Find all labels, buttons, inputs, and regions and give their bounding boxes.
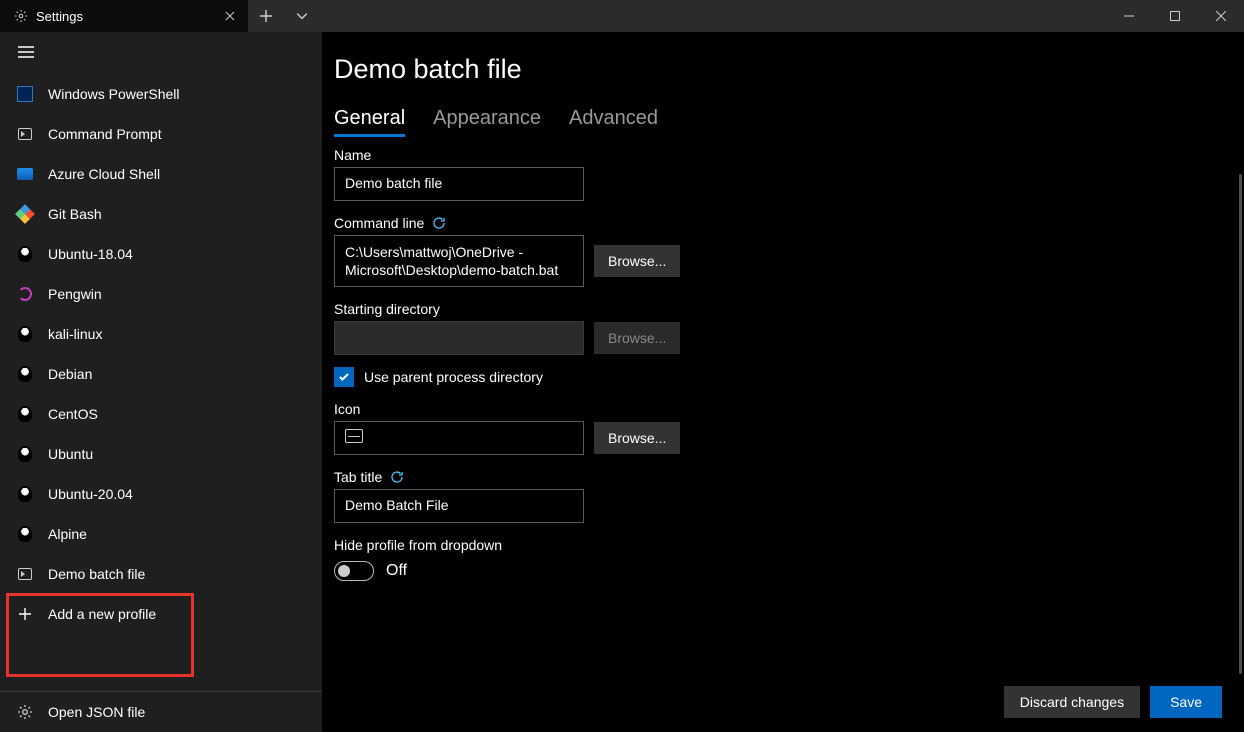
- tab-appearance[interactable]: Appearance: [433, 107, 541, 137]
- plus-icon: [16, 605, 34, 623]
- sidebar-item-powershell[interactable]: Windows PowerShell: [0, 74, 322, 114]
- commandline-browse-button[interactable]: Browse...: [594, 245, 680, 277]
- sidebar-item-ubuntu-2004[interactable]: Ubuntu-20.04: [0, 474, 322, 514]
- sidebar-item-label: Open JSON file: [48, 704, 145, 720]
- new-tab-button[interactable]: [248, 0, 284, 32]
- sidebar-item-label: Add a new profile: [48, 606, 156, 622]
- sidebar-item-azure[interactable]: Azure Cloud Shell: [0, 154, 322, 194]
- hide-profile-toggle[interactable]: [334, 561, 374, 581]
- cmd-icon: [16, 125, 34, 143]
- pengwin-icon: [16, 285, 34, 303]
- sidebar-item-centos[interactable]: CentOS: [0, 394, 322, 434]
- sidebar-item-label: Azure Cloud Shell: [48, 166, 160, 182]
- sidebar-item-ubuntu-1804[interactable]: Ubuntu-18.04: [0, 234, 322, 274]
- name-input[interactable]: Demo batch file: [334, 167, 584, 201]
- startdir-label: Starting directory: [334, 301, 1214, 317]
- sidebar-item-label: Ubuntu: [48, 446, 93, 462]
- sidebar-item-label: Windows PowerShell: [48, 86, 180, 102]
- sidebar-item-label: kali-linux: [48, 326, 102, 342]
- commandline-label: Command line: [334, 215, 424, 231]
- powershell-icon: [16, 85, 34, 103]
- tux-icon: [16, 245, 34, 263]
- sidebar-item-label: CentOS: [48, 406, 98, 422]
- sidebar-item-kali[interactable]: kali-linux: [0, 314, 322, 354]
- sidebar-item-command-prompt[interactable]: Command Prompt: [0, 114, 322, 154]
- tab-settings[interactable]: Settings: [0, 0, 248, 32]
- window-minimize-button[interactable]: [1106, 0, 1152, 32]
- sidebar-item-label: Pengwin: [48, 286, 102, 302]
- gear-icon: [14, 9, 28, 23]
- sidebar-item-label: Demo batch file: [48, 566, 145, 582]
- sidebar-item-label: Git Bash: [48, 206, 102, 222]
- icon-browse-button[interactable]: Browse...: [594, 422, 680, 454]
- sidebar-item-label: Ubuntu-18.04: [48, 246, 133, 262]
- git-bash-icon: [16, 205, 34, 223]
- tab-general[interactable]: General: [334, 107, 405, 137]
- scrollbar[interactable]: [1239, 174, 1242, 674]
- window-close-button[interactable]: [1198, 0, 1244, 32]
- hide-profile-state: Off: [386, 562, 407, 580]
- sidebar-item-pengwin[interactable]: Pengwin: [0, 274, 322, 314]
- nav-hamburger-button[interactable]: [0, 32, 322, 68]
- console-icon: [345, 429, 363, 443]
- tabtitle-input[interactable]: Demo Batch File: [334, 489, 584, 523]
- sidebar-item-label: Command Prompt: [48, 126, 162, 142]
- cmd-icon: [16, 565, 34, 583]
- use-parent-checkbox[interactable]: [334, 367, 354, 387]
- sidebar-item-ubuntu[interactable]: Ubuntu: [0, 434, 322, 474]
- profile-tabs: General Appearance Advanced: [334, 107, 1214, 137]
- sidebar-item-debian[interactable]: Debian: [0, 354, 322, 394]
- titlebar: Settings: [0, 0, 1244, 32]
- sidebar-item-label: Debian: [48, 366, 92, 382]
- icon-label: Icon: [334, 401, 1214, 417]
- tux-icon: [16, 485, 34, 503]
- commandline-input[interactable]: C:\Users\mattwoj\OneDrive - Microsoft\De…: [334, 235, 584, 287]
- tux-icon: [16, 325, 34, 343]
- save-button[interactable]: Save: [1150, 686, 1222, 718]
- hide-label: Hide profile from dropdown: [334, 537, 1214, 553]
- sidebar-item-git-bash[interactable]: Git Bash: [0, 194, 322, 234]
- window-maximize-button[interactable]: [1152, 0, 1198, 32]
- sidebar-item-alpine[interactable]: Alpine: [0, 514, 322, 554]
- startdir-browse-button: Browse...: [594, 322, 680, 354]
- discard-changes-button[interactable]: Discard changes: [1004, 686, 1140, 718]
- tab-dropdown-button[interactable]: [284, 0, 320, 32]
- tux-icon: [16, 525, 34, 543]
- sidebar-item-add-new-profile[interactable]: Add a new profile: [0, 594, 322, 634]
- tab-label: Settings: [36, 9, 214, 24]
- tabtitle-label: Tab title: [334, 469, 382, 485]
- sidebar-item-demo-batch[interactable]: Demo batch file: [0, 554, 322, 594]
- sidebar: Windows PowerShell Command Prompt Azure …: [0, 32, 322, 732]
- sidebar-item-open-json[interactable]: Open JSON file: [0, 692, 322, 732]
- tab-advanced[interactable]: Advanced: [569, 107, 658, 137]
- page-title: Demo batch file: [334, 54, 1214, 85]
- reset-icon[interactable]: [432, 216, 446, 230]
- azure-icon: [16, 165, 34, 183]
- content-pane: Demo batch file General Appearance Advan…: [322, 32, 1244, 732]
- close-tab-icon[interactable]: [222, 8, 238, 24]
- name-label: Name: [334, 147, 1214, 163]
- startdir-input: [334, 321, 584, 355]
- gear-icon: [16, 703, 34, 721]
- sidebar-item-label: Alpine: [48, 526, 87, 542]
- reset-icon[interactable]: [390, 470, 404, 484]
- tux-icon: [16, 405, 34, 423]
- tux-icon: [16, 445, 34, 463]
- sidebar-item-label: Ubuntu-20.04: [48, 486, 133, 502]
- icon-input[interactable]: [334, 421, 584, 455]
- use-parent-label: Use parent process directory: [364, 369, 543, 385]
- tux-icon: [16, 365, 34, 383]
